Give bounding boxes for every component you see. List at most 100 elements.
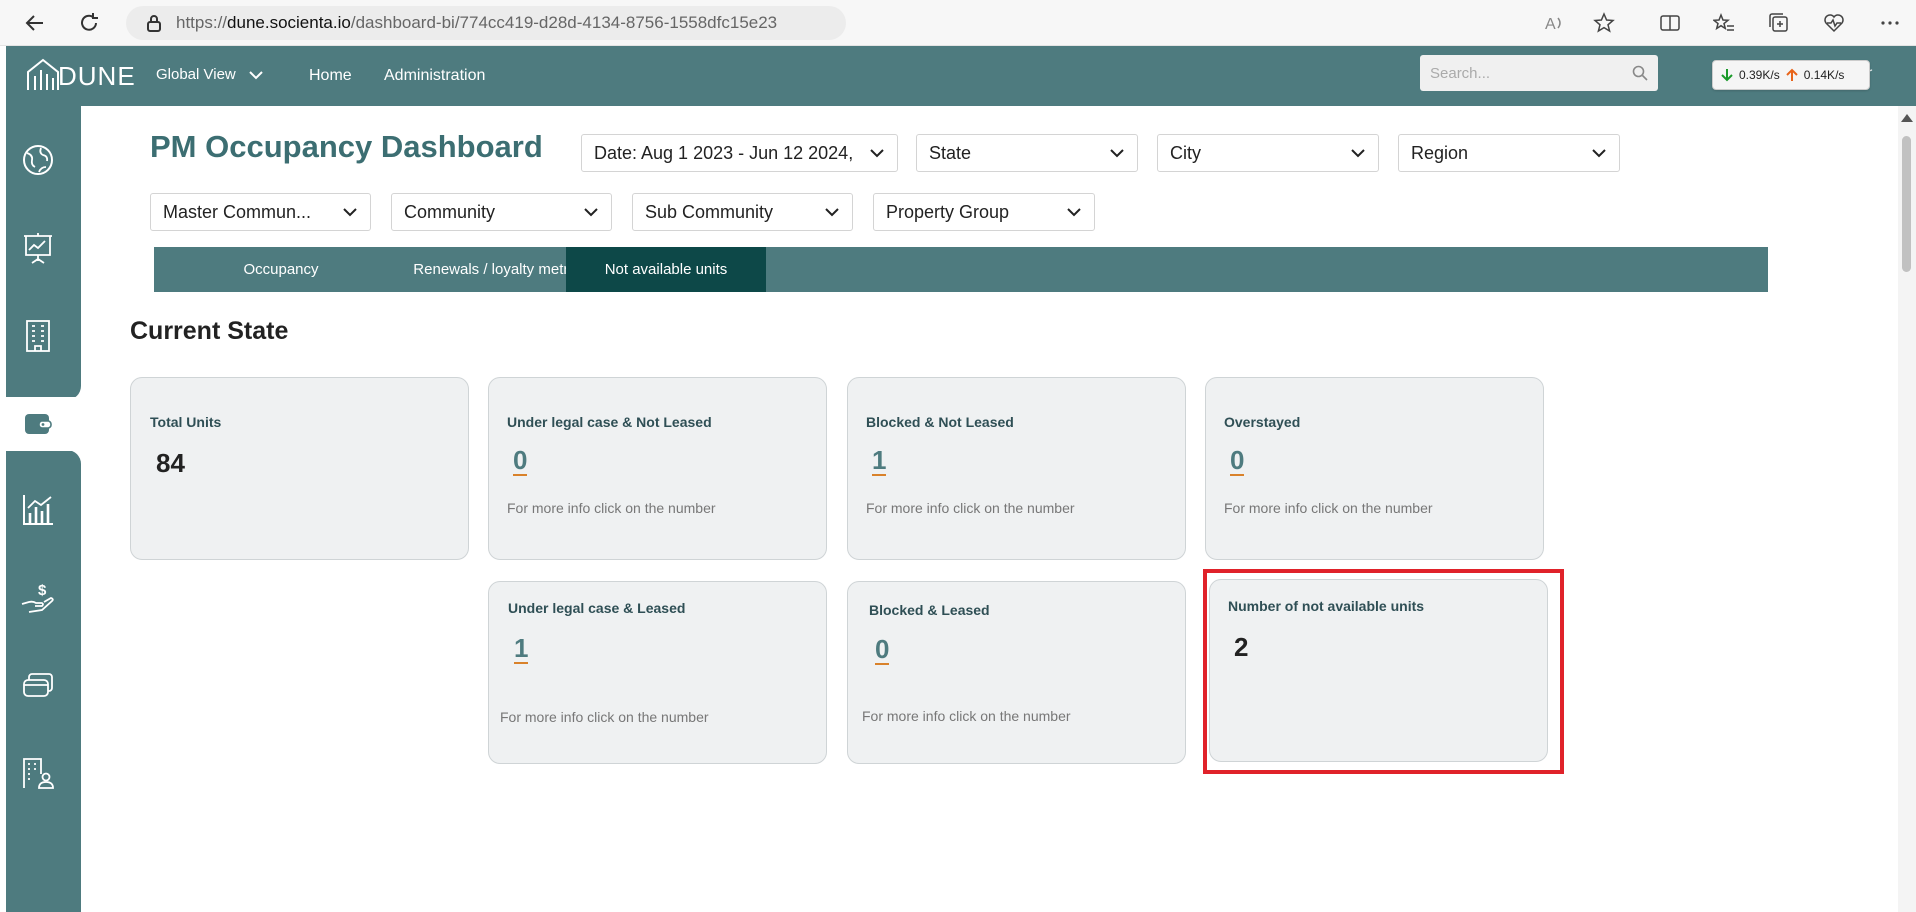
chevron-down-icon: [825, 208, 839, 217]
sidebar-notch-bottom: [62, 450, 81, 464]
property-group-label: Property Group: [886, 201, 1010, 222]
chevron-down-icon: [1351, 149, 1365, 158]
url-path: /dashboard-bi/774cc419-d28d-4134-8756-15…: [350, 13, 778, 32]
chevron-down-icon: [1592, 149, 1606, 158]
nav-home-link[interactable]: Home: [309, 67, 352, 85]
building-person-icon: [22, 758, 54, 789]
card-value-link[interactable]: 0: [513, 446, 528, 476]
card-hint: For more info click on the number: [866, 500, 1075, 516]
sidebar-item-analytics[interactable]: [0, 482, 75, 538]
global-view-label: Global View: [156, 66, 236, 83]
app-header: DUNE Global View Home Administration Sea…: [6, 46, 1916, 106]
card-blocked-not-leased: Blocked & Not Leased 1 For more info cli…: [847, 377, 1186, 560]
payment-hand-icon: $: [21, 582, 54, 613]
card-label: Under legal case & Leased: [508, 600, 686, 616]
global-view-dropdown[interactable]: Global View: [156, 66, 264, 83]
section-title: Current State: [130, 317, 289, 345]
card-value-link[interactable]: 0: [1230, 446, 1245, 476]
globe-icon: [22, 145, 53, 175]
svg-text:A: A: [1545, 16, 1556, 33]
page-title: PM Occupancy Dashboard: [150, 129, 543, 164]
card-legal-not-leased: Under legal case & Not Leased 0 For more…: [488, 377, 827, 560]
upload-arrow-icon: [1785, 68, 1798, 81]
chevron-down-icon: [249, 70, 263, 79]
scroll-up-arrow-icon[interactable]: [1901, 114, 1913, 122]
card-value-link[interactable]: 1: [872, 446, 887, 476]
logo-text: DUNE: [58, 61, 136, 91]
search-icon[interactable]: [1632, 65, 1648, 81]
community-filter[interactable]: Community: [391, 193, 612, 231]
master-community-filter[interactable]: Master Commun...: [150, 193, 371, 231]
sidebar-item-buildings[interactable]: [0, 308, 75, 364]
chevron-down-icon: [1110, 149, 1124, 158]
card-value: 84: [156, 448, 185, 478]
wallet-icon: [24, 414, 52, 434]
city-filter[interactable]: City: [1157, 134, 1379, 172]
dashboard-tabs: Occupancy Renewals / loyalty metrics Not…: [154, 247, 1768, 292]
more-options-icon[interactable]: [1876, 9, 1904, 37]
lock-icon: [147, 15, 161, 32]
scrollbar-thumb[interactable]: [1902, 136, 1911, 272]
sidebar-item-building-people[interactable]: [0, 745, 75, 801]
search-input[interactable]: Search...: [1420, 55, 1658, 91]
url-prefix: https://: [176, 13, 228, 32]
card-legal-leased: Under legal case & Leased 1 For more inf…: [488, 581, 827, 764]
chevron-down-icon: [870, 149, 884, 158]
tab-occupancy[interactable]: Occupancy: [182, 247, 380, 292]
favorite-star-icon[interactable]: [1590, 9, 1618, 37]
favorites-list-icon[interactable]: [1710, 9, 1738, 37]
building-icon: [25, 320, 50, 352]
sub-community-filter[interactable]: Sub Community: [632, 193, 853, 231]
state-filter[interactable]: State: [916, 134, 1138, 172]
layers-icon: [22, 673, 53, 697]
presentation-icon: [23, 233, 52, 264]
tab-not-available-units[interactable]: Not available units: [566, 247, 766, 292]
split-screen-icon[interactable]: [1656, 9, 1684, 37]
card-value-link[interactable]: 0: [875, 635, 890, 665]
download-arrow-icon: [1721, 69, 1733, 82]
svg-text:$: $: [38, 582, 47, 599]
chevron-down-icon: [584, 208, 598, 217]
collections-icon[interactable]: [1765, 9, 1793, 37]
card-total-units: Total Units 84: [130, 377, 469, 560]
refresh-icon[interactable]: [74, 8, 104, 38]
card-value-link[interactable]: 1: [514, 634, 529, 664]
back-icon[interactable]: [20, 8, 50, 38]
sidebar-item-layers[interactable]: [0, 657, 75, 713]
dune-logo-icon: [27, 58, 59, 90]
region-filter-label: Region: [1411, 142, 1469, 163]
nav-administration-link[interactable]: Administration: [384, 67, 485, 85]
community-filter-label: Community: [404, 201, 496, 222]
chevron-down-icon: [343, 208, 357, 217]
card-label: Blocked & Not Leased: [866, 414, 1014, 430]
sub-community-label: Sub Community: [645, 201, 774, 222]
dune-logo[interactable]: DUNE: [26, 58, 136, 92]
city-filter-label: City: [1170, 142, 1201, 163]
card-label: Blocked & Leased: [869, 602, 990, 618]
property-group-filter[interactable]: Property Group: [873, 193, 1095, 231]
date-range-filter[interactable]: Date: Aug 1 2023 - Jun 12 2024,: [581, 134, 898, 172]
date-range-label: Date: Aug 1 2023 - Jun 12 2024,: [594, 142, 854, 163]
health-heart-icon[interactable]: [1820, 9, 1848, 37]
sidebar-item-global[interactable]: [0, 132, 75, 188]
chevron-down-icon: [1067, 208, 1081, 217]
card-overstayed: Overstayed 0 For more info click on the …: [1205, 377, 1544, 560]
sidebar-item-payments[interactable]: $: [0, 570, 75, 626]
card-blocked-leased: Blocked & Leased 0 For more info click o…: [847, 581, 1186, 764]
read-aloud-icon[interactable]: A: [1540, 9, 1568, 37]
search-placeholder: Search...: [1430, 64, 1491, 82]
card-hint: For more info click on the number: [862, 708, 1071, 724]
sidebar-item-wallet[interactable]: [0, 397, 81, 451]
net-down-speed: 0.39K/s: [1739, 68, 1780, 82]
card-hint: For more info click on the number: [500, 709, 709, 725]
net-up-speed: 0.14K/s: [1803, 68, 1845, 82]
chart-icon: [22, 495, 53, 525]
address-bar[interactable]: https://dune.socienta.io/dashboard-bi/77…: [126, 6, 846, 40]
region-filter[interactable]: Region: [1398, 134, 1620, 172]
highlight-box: [1203, 569, 1564, 774]
state-filter-label: State: [929, 142, 972, 163]
url-host: dune.socienta.io: [227, 13, 351, 32]
sidebar-item-presentation[interactable]: [0, 220, 75, 276]
card-hint: For more info click on the number: [1224, 500, 1433, 516]
card-hint: For more info click on the number: [507, 500, 716, 516]
